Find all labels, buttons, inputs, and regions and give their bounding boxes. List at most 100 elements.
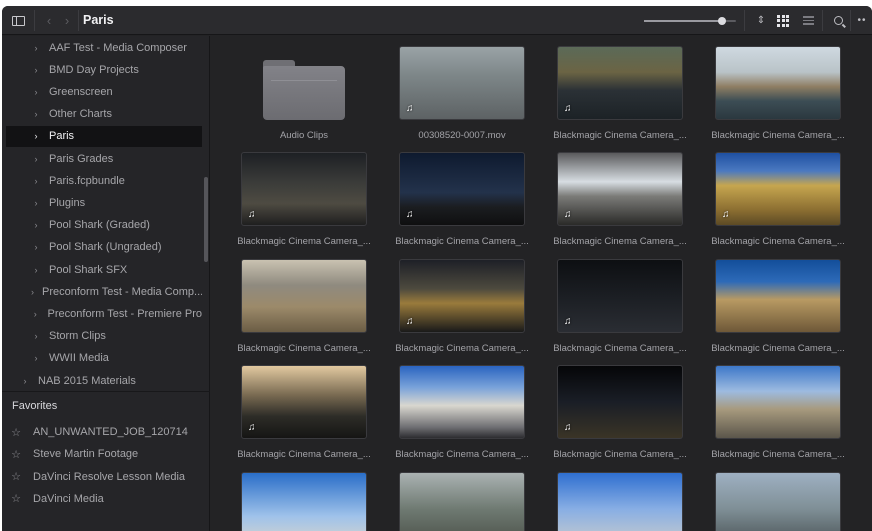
toolbar-divider <box>34 10 35 31</box>
sidebar-item-nab-2015-materials[interactable]: › NAB 2015 Materials <box>6 370 202 391</box>
location-title: Paris <box>83 13 114 27</box>
sidebar-item-pool-shark-graded[interactable]: › Pool Shark (Graded) <box>6 215 202 236</box>
favorite-item[interactable]: ☆ AN_UNWANTED_JOB_120714 <box>10 422 206 442</box>
sidebar-item-bmd-day-projects[interactable]: › BMD Day Projects <box>6 59 202 80</box>
favorite-item[interactable]: ☆ DaVinci Media <box>10 489 206 509</box>
clip-thumbnail[interactable] <box>241 259 367 333</box>
sidebar-item-preconform-test-media-comp[interactable]: › Preconform Test - Media Comp... <box>6 281 202 302</box>
sort-icon: ⇕ <box>756 15 766 26</box>
sidebar-item-wwii-media[interactable]: › WWII Media <box>6 348 202 369</box>
sidebar-item-paris-grades[interactable]: › Paris Grades <box>6 148 202 169</box>
sidebar-item-label: Pool Shark (Graded) <box>49 219 150 232</box>
toolbar-divider <box>850 10 851 31</box>
slider-handle[interactable] <box>718 17 727 25</box>
clip-thumbnail[interactable] <box>715 46 841 120</box>
chevron-right-icon[interactable]: › <box>31 87 41 97</box>
chevron-right-icon[interactable]: › <box>31 287 34 297</box>
clip-thumbnail[interactable] <box>715 472 841 531</box>
grid-view-button[interactable] <box>775 12 791 29</box>
audio-note-icon: ♫ <box>406 316 414 327</box>
clip-thumbnail[interactable] <box>399 472 525 531</box>
clip-thumbnail[interactable] <box>399 365 525 439</box>
sidebar-item-plugins[interactable]: › Plugins <box>6 192 202 213</box>
star-icon: ☆ <box>11 426 21 439</box>
clip-grid: Audio Clips ♫ 00308520-0007.mov ♫ Blackmagic… <box>211 36 872 531</box>
clip-thumbnail[interactable]: ♫ <box>399 259 525 333</box>
thumbnail-size-slider[interactable] <box>644 17 736 25</box>
chevron-right-icon[interactable]: › <box>31 43 41 53</box>
clip-name: 00308520-0007.mov <box>418 130 506 141</box>
clip-thumbnail[interactable]: ♫ <box>399 152 525 226</box>
clip-name: Blackmagic Cinema Camera_... <box>395 449 529 460</box>
clip-thumbnail[interactable]: ♫ <box>241 152 367 226</box>
forward-button[interactable]: › <box>60 12 74 29</box>
sidebar-item-pool-shark-ungraded[interactable]: › Pool Shark (Ungraded) <box>6 237 202 258</box>
clip-name: Blackmagic Cinema Camera_... <box>237 236 371 247</box>
clip-thumbnail[interactable] <box>715 259 841 333</box>
clip-thumbnail[interactable] <box>241 472 367 531</box>
sidebar-item-other-charts[interactable]: › Other Charts <box>6 104 202 125</box>
sort-button[interactable]: ⇕ <box>754 12 768 29</box>
toolbar-divider <box>78 10 79 31</box>
audio-note-icon: ♫ <box>722 209 730 220</box>
chevron-right-icon[interactable]: › <box>31 242 41 252</box>
sidebar-scrollbar[interactable] <box>204 177 208 262</box>
sidebar-item-paris[interactable]: › Paris <box>6 125 202 147</box>
chevron-right-icon[interactable]: › <box>20 376 30 386</box>
chevron-right-icon[interactable]: › <box>31 154 41 164</box>
chevron-right-icon: › <box>64 13 70 28</box>
clip-thumbnail[interactable]: ♫ <box>557 152 683 226</box>
sidebar-item-label: WWII Media <box>49 352 109 365</box>
sidebar: › AAF Test - Media Composer › BMD Day Proje… <box>2 36 210 531</box>
folder-icon[interactable] <box>263 60 345 120</box>
chevron-right-icon[interactable]: › <box>31 331 41 341</box>
star-icon: ☆ <box>11 493 21 506</box>
clip-thumbnail[interactable]: ♫ <box>715 152 841 226</box>
sidebar-item-aaf-test-media-composer[interactable]: › AAF Test - Media Composer <box>6 37 202 58</box>
sidebar-item-label: Preconform Test - Media Comp... <box>42 285 202 298</box>
chevron-right-icon[interactable]: › <box>31 176 41 186</box>
favorite-label: AN_UNWANTED_JOB_120714 <box>33 426 188 438</box>
favorite-item[interactable]: ☆ Steve Martin Footage <box>10 444 206 464</box>
clip-thumbnail[interactable]: ♫ <box>399 46 525 120</box>
chevron-right-icon[interactable]: › <box>31 265 41 275</box>
chevron-right-icon[interactable]: › <box>31 309 40 319</box>
chevron-right-icon[interactable]: › <box>31 109 41 119</box>
clip-thumbnail[interactable]: ♫ <box>557 46 683 120</box>
more-options-button[interactable]: •• <box>855 12 869 29</box>
sidebar-item-label: Pool Shark (Ungraded) <box>49 241 162 254</box>
sidebar-item-preconform-test-premiere-pro[interactable]: › Preconform Test - Premiere Pro <box>6 303 202 324</box>
toolbar-divider <box>822 10 823 31</box>
chevron-left-icon: ‹ <box>46 13 52 28</box>
favorites-divider <box>2 391 210 392</box>
grid-view-icon <box>777 14 789 27</box>
chevron-right-icon[interactable]: › <box>31 220 41 230</box>
clip-thumbnail[interactable] <box>715 365 841 439</box>
sidebar-toggle-icon <box>11 15 25 26</box>
clip-thumbnail[interactable]: ♫ <box>241 365 367 439</box>
sidebar-item-label: Storm Clips <box>49 330 106 343</box>
sidebar-item-label: Pool Shark SFX <box>49 263 128 276</box>
back-button[interactable]: ‹ <box>42 12 56 29</box>
sidebar-item-pool-shark-sfx[interactable]: › Pool Shark SFX <box>6 259 202 280</box>
favorites-heading: Favorites <box>12 400 58 412</box>
sidebar-item-greenscreen[interactable]: › Greenscreen <box>6 81 202 102</box>
clip-thumbnail[interactable] <box>557 472 683 531</box>
clip-name: Blackmagic Cinema Camera_... <box>553 236 687 247</box>
sidebar-item-label: Greenscreen <box>49 85 113 98</box>
chevron-right-icon[interactable]: › <box>31 198 41 208</box>
chevron-right-icon[interactable]: › <box>31 131 41 141</box>
search-button[interactable] <box>830 12 846 29</box>
list-view-button[interactable] <box>800 12 816 29</box>
clip-thumbnail[interactable]: ♫ <box>557 365 683 439</box>
sidebar-item-paris-fcpbundle[interactable]: › Paris.fcpbundle <box>6 170 202 191</box>
sidebar-toggle-button[interactable] <box>8 12 28 29</box>
sidebar-item-label: Paris.fcpbundle <box>49 174 125 187</box>
clip-name: Blackmagic Cinema Camera_... <box>711 236 845 247</box>
chevron-right-icon[interactable]: › <box>31 353 41 363</box>
chevron-right-icon[interactable]: › <box>31 65 41 75</box>
favorite-item[interactable]: ☆ DaVinci Resolve Lesson Media <box>10 467 206 487</box>
toolbar-divider <box>744 10 745 31</box>
clip-thumbnail[interactable]: ♫ <box>557 259 683 333</box>
sidebar-item-storm-clips[interactable]: › Storm Clips <box>6 326 202 347</box>
